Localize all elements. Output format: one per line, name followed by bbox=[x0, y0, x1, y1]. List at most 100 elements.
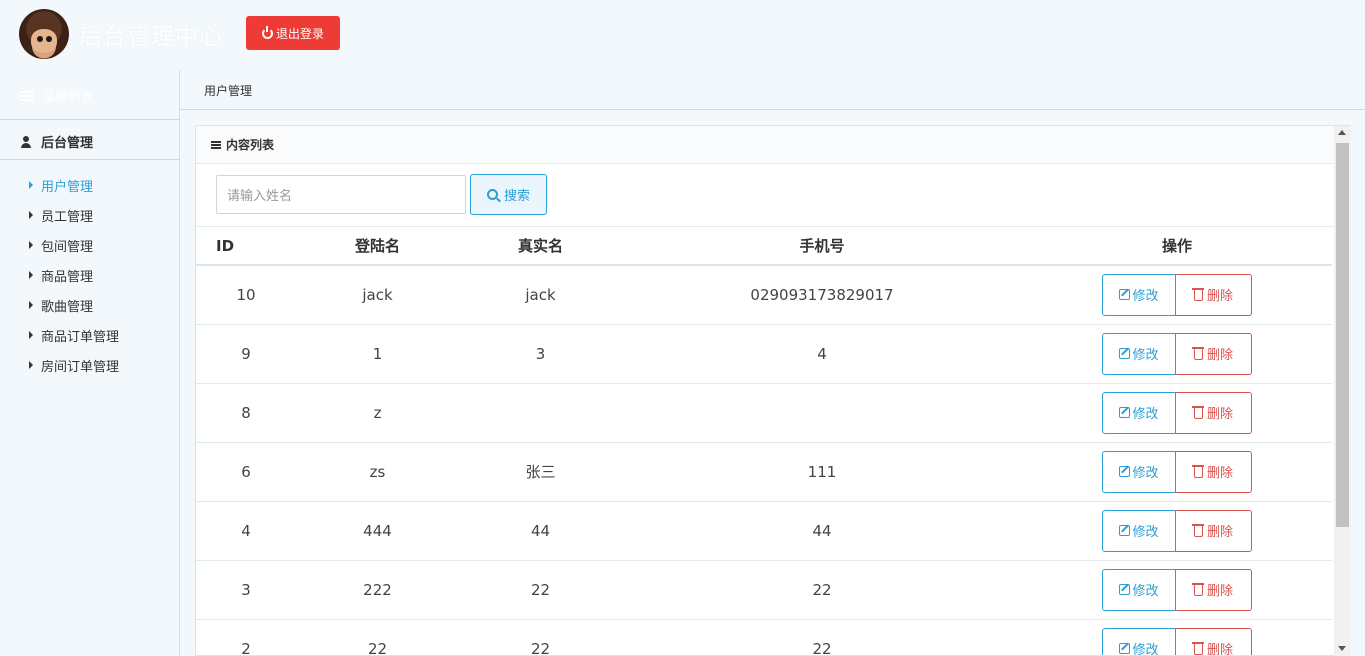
cell-real: 张三 bbox=[459, 442, 622, 502]
sidebar-item[interactable]: 包间管理 bbox=[29, 230, 119, 260]
cell-phone: 44 bbox=[622, 501, 1022, 561]
trash-icon bbox=[1191, 583, 1204, 596]
table-row: 9 1 3 4 修改 删除 bbox=[196, 324, 1332, 384]
table-row: 10 jack jack 029093173829017 修改 删除 bbox=[196, 265, 1332, 325]
trash-icon bbox=[1191, 347, 1204, 360]
cell-phone: 22 bbox=[622, 560, 1022, 620]
edit-icon bbox=[1119, 289, 1131, 301]
table-row: 2 22 22 22 修改 删除 bbox=[196, 619, 1332, 656]
nav-list: 用户管理员工管理包间管理商品管理 歌曲管理 商品订单管理房间订单管理 bbox=[29, 170, 119, 380]
cell-real bbox=[459, 383, 622, 443]
cell-real: 3 bbox=[459, 324, 622, 384]
header-phone: 手机号 bbox=[622, 227, 1022, 266]
cell-phone: 4 bbox=[622, 324, 1022, 384]
search-icon bbox=[486, 189, 498, 200]
search-button[interactable]: 搜索 bbox=[470, 174, 547, 215]
edit-label: 修改 bbox=[1132, 643, 1159, 656]
edit-label: 修改 bbox=[1132, 289, 1159, 305]
edit-icon bbox=[1119, 348, 1131, 359]
edit-label: 修改 bbox=[1132, 466, 1159, 481]
logout-button[interactable]: 退出登录 bbox=[246, 16, 340, 50]
cell-actions: 修改 删除 bbox=[1022, 619, 1332, 656]
edit-button[interactable]: 修改 bbox=[1102, 273, 1176, 316]
scrollbar[interactable] bbox=[1334, 126, 1351, 656]
delete-label: 删除 bbox=[1206, 407, 1233, 422]
trash-icon bbox=[1191, 642, 1204, 655]
edit-button[interactable]: 修改 bbox=[1102, 332, 1176, 375]
section-title-label: 后台管理 bbox=[41, 136, 94, 151]
caret-right-icon bbox=[29, 361, 33, 369]
cell-real: 22 bbox=[459, 560, 622, 620]
delete-label: 删除 bbox=[1206, 466, 1233, 481]
delete-label: 删除 bbox=[1206, 348, 1233, 363]
cell-real: jack bbox=[459, 265, 622, 325]
cell-login: jack bbox=[296, 265, 459, 325]
sidebar-item[interactable]: 员工管理 bbox=[29, 200, 119, 230]
delete-label: 删除 bbox=[1206, 643, 1233, 656]
table-row: 4 444 44 44 修改 删除 bbox=[196, 501, 1332, 561]
delete-button[interactable]: 删除 bbox=[1176, 450, 1252, 493]
edit-icon bbox=[1119, 643, 1131, 654]
table-row: 3 222 22 22 修改 删除 bbox=[196, 560, 1332, 620]
edit-label: 修改 bbox=[1132, 584, 1159, 599]
edit-label: 修改 bbox=[1132, 348, 1159, 363]
edit-button[interactable]: 修改 bbox=[1102, 568, 1176, 611]
sidebar-item[interactable]: 歌曲管理 bbox=[29, 290, 119, 320]
cell-id: 2 bbox=[196, 619, 296, 655]
app-title: 后台管理中心 bbox=[79, 24, 223, 50]
sidebar-item[interactable]: 用户管理 bbox=[29, 170, 119, 200]
trash-icon bbox=[1191, 406, 1204, 419]
delete-label: 删除 bbox=[1206, 525, 1233, 540]
sidebar-item-label: 用户管理 bbox=[41, 179, 94, 195]
scroll-up-arrow-icon[interactable] bbox=[1338, 130, 1346, 135]
caret-right-icon bbox=[29, 211, 33, 219]
table-header-row: ID 登陆名 真实名 手机号 操作 bbox=[196, 227, 1332, 266]
sidebar-item-label: 房间订单管理 bbox=[41, 359, 120, 375]
cell-real: 44 bbox=[459, 501, 622, 561]
cell-id: 3 bbox=[196, 560, 296, 620]
scroll-thumb[interactable] bbox=[1336, 143, 1349, 527]
search-button-label: 搜索 bbox=[503, 189, 530, 204]
menu-heading: 菜单列表 bbox=[20, 86, 94, 105]
divider bbox=[0, 119, 180, 120]
sidebar-item[interactable]: 商品订单管理 bbox=[29, 320, 119, 350]
cell-actions: 修改 删除 bbox=[1022, 501, 1332, 561]
panel-title: 内容列表 bbox=[226, 138, 275, 152]
cell-id: 10 bbox=[196, 265, 296, 325]
edit-label: 修改 bbox=[1132, 407, 1159, 422]
delete-button[interactable]: 删除 bbox=[1176, 627, 1252, 656]
cell-phone: 029093173829017 bbox=[622, 265, 1022, 325]
main-content: 内容列表 请输入姓名 搜索 ID 登陆名 真实名 手机号 操作 10 jack ja… bbox=[180, 110, 1365, 656]
edit-button[interactable]: 修改 bbox=[1102, 391, 1176, 434]
caret-right-icon bbox=[29, 301, 33, 309]
cell-actions: 修改 删除 bbox=[1022, 383, 1332, 443]
content-panel: 内容列表 请输入姓名 搜索 ID 登陆名 真实名 手机号 操作 10 jack ja… bbox=[195, 125, 1351, 656]
edit-button[interactable]: 修改 bbox=[1102, 509, 1176, 552]
header-id: ID bbox=[196, 227, 296, 266]
delete-button[interactable]: 删除 bbox=[1176, 568, 1252, 611]
delete-label: 删除 bbox=[1206, 584, 1233, 599]
cell-real: 22 bbox=[459, 619, 622, 655]
sidebar-item[interactable]: 房间订单管理 bbox=[29, 350, 119, 380]
cell-id: 9 bbox=[196, 324, 296, 384]
cell-phone: 111 bbox=[622, 442, 1022, 502]
delete-button[interactable]: 删除 bbox=[1176, 509, 1252, 552]
delete-label: 删除 bbox=[1206, 289, 1233, 305]
bars-icon bbox=[20, 90, 34, 101]
edit-icon bbox=[1119, 466, 1131, 477]
section-title[interactable]: 后台管理 bbox=[20, 132, 93, 151]
cell-login: 444 bbox=[296, 501, 459, 561]
cell-id: 4 bbox=[196, 501, 296, 561]
edit-button[interactable]: 修改 bbox=[1102, 450, 1176, 493]
delete-button[interactable]: 删除 bbox=[1176, 391, 1252, 434]
cell-actions: 修改 删除 bbox=[1022, 324, 1332, 384]
cell-login: 1 bbox=[296, 324, 459, 384]
delete-button[interactable]: 删除 bbox=[1176, 332, 1252, 375]
sidebar-item-label: 包间管理 bbox=[41, 239, 94, 255]
sidebar-item[interactable]: 商品管理 bbox=[29, 260, 119, 290]
delete-button[interactable]: 删除 bbox=[1176, 273, 1252, 316]
header-op: 操作 bbox=[1022, 227, 1332, 266]
scroll-down-arrow-icon[interactable] bbox=[1338, 646, 1346, 651]
search-input[interactable]: 请输入姓名 bbox=[216, 175, 466, 214]
edit-button[interactable]: 修改 bbox=[1102, 627, 1176, 656]
